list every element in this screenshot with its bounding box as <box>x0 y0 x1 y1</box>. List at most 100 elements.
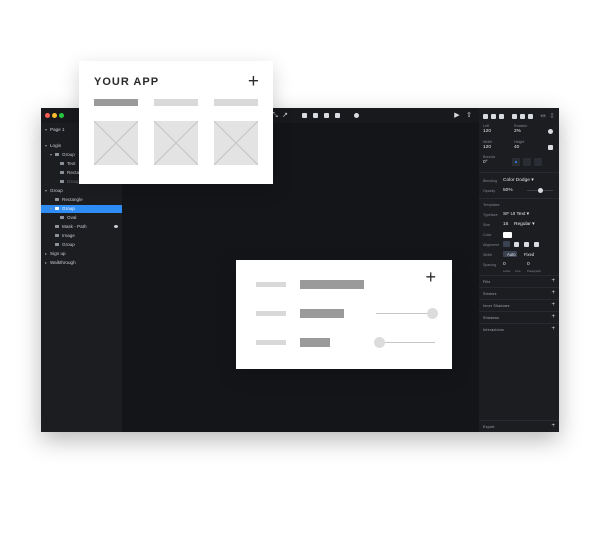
section-label: Fills <box>483 280 491 284</box>
zoom-window-button[interactable] <box>59 113 64 118</box>
width-value[interactable]: 120 <box>483 145 491 150</box>
layer-label: Oval <box>67 215 77 220</box>
transform-icon[interactable]: ↗ <box>282 112 288 119</box>
add-section-item-button[interactable]: + <box>551 326 555 332</box>
difference-icon[interactable] <box>335 113 340 118</box>
visibility-icon[interactable] <box>114 225 118 228</box>
text-align-justify-icon[interactable] <box>534 242 539 247</box>
typeface-select[interactable]: SF UI Text ▾ <box>503 212 529 217</box>
app-title: YOUR APP <box>94 76 160 88</box>
layer-row[interactable]: Image <box>41 232 122 240</box>
paragraph-sub-label: Paragraph <box>527 269 542 273</box>
letter-spacing-value[interactable]: 0 <box>503 262 506 267</box>
row-value-placeholder[interactable] <box>300 338 330 347</box>
width-label: Width <box>483 140 493 144</box>
layer-label: Group <box>67 179 80 184</box>
intersect-icon[interactable] <box>324 113 329 118</box>
flip-h-icon[interactable] <box>523 158 531 166</box>
paragraph-spacing-value[interactable]: 0 <box>527 262 530 267</box>
width-mode-label: Width <box>483 253 493 257</box>
height-label: Height <box>514 140 525 144</box>
add-section-item-button[interactable]: + <box>551 314 555 320</box>
image-placeholder-icon <box>94 121 138 165</box>
section-label: Inner Shadows <box>483 304 510 308</box>
subtract-icon[interactable] <box>313 113 318 118</box>
layer-row[interactable]: ▾ Group <box>41 205 122 213</box>
tab-placeholder-active[interactable] <box>94 99 138 106</box>
minimize-window-button[interactable] <box>52 113 57 118</box>
add-button[interactable]: + <box>248 72 259 91</box>
row-value-placeholder[interactable] <box>300 280 364 289</box>
layer-type-icon <box>60 180 64 184</box>
layer-row[interactable]: Oval <box>41 214 122 222</box>
spacing-label: Spacing <box>483 263 496 267</box>
typeface-label: Typeface <box>483 213 498 217</box>
rotation-label: Rotation <box>514 124 528 128</box>
color-swatch[interactable] <box>503 232 512 238</box>
rotate-icon[interactable] <box>548 129 553 134</box>
layer-row[interactable]: Mask - Path <box>41 223 122 231</box>
preview-icon[interactable] <box>354 113 359 118</box>
distribute-h-icon[interactable]: ⇹ <box>540 113 546 120</box>
slider-knob[interactable] <box>373 337 385 348</box>
color-label: Color <box>483 233 492 237</box>
close-window-button[interactable] <box>45 113 50 118</box>
align-left-icon[interactable] <box>483 114 488 119</box>
layer-label: Group <box>62 242 75 247</box>
add-export-button[interactable]: + <box>551 423 555 429</box>
slider-knob[interactable] <box>426 308 438 319</box>
align-right-icon[interactable] <box>499 114 504 119</box>
layer-row[interactable]: Rectangle <box>41 196 122 204</box>
opacity-slider-knob[interactable] <box>537 188 543 193</box>
bounds-value[interactable]: 0° <box>483 160 488 165</box>
share-icon[interactable]: ⇧ <box>466 112 472 119</box>
row-label-placeholder <box>256 340 286 345</box>
slider-track[interactable] <box>376 313 432 314</box>
text-align-right-icon[interactable] <box>524 242 529 247</box>
layer-type-icon <box>55 234 59 238</box>
align-top-icon[interactable] <box>512 114 517 119</box>
layer-type-icon <box>60 162 64 166</box>
tab-placeholder[interactable] <box>214 99 258 106</box>
layer-type-icon <box>55 153 59 157</box>
add-section-item-button[interactable]: + <box>551 302 555 308</box>
flip-v-icon[interactable] <box>534 158 542 166</box>
weight-select[interactable]: Regular ▾ <box>514 222 535 227</box>
add-row-button[interactable]: + <box>425 268 436 286</box>
align-bottom-icon[interactable] <box>528 114 533 119</box>
add-section-item-button[interactable]: + <box>551 290 555 296</box>
distribute-v-icon[interactable]: ⇕ <box>549 113 555 120</box>
layer-type-icon <box>60 171 64 175</box>
blending-select[interactable]: Color Dodge ▾ <box>503 178 534 183</box>
fixed-toggle[interactable]: Fixed <box>524 252 534 257</box>
slider-track[interactable] <box>379 342 435 343</box>
height-value[interactable]: 40 <box>514 145 519 150</box>
union-icon[interactable] <box>302 113 307 118</box>
image-placeholder <box>214 121 258 165</box>
layer-label: Walkthrough <box>50 260 76 265</box>
lock-icon[interactable] <box>548 145 553 150</box>
layer-row[interactable]: ▸ Sign up <box>41 250 122 258</box>
inspector-panel: ⇹ ⇕ Left 120 Rotation 2% Width 120 Heigh… <box>479 108 559 432</box>
left-label: Left <box>483 124 489 128</box>
layer-type-icon <box>60 216 64 220</box>
layer-row[interactable]: ▾ Group <box>41 187 122 195</box>
auto-label: Auto <box>507 252 516 257</box>
size-value[interactable]: 16 <box>503 222 508 227</box>
play-icon[interactable]: ▶ <box>454 112 460 119</box>
alignment-label: Alignment <box>483 243 499 247</box>
row-value-placeholder[interactable] <box>300 309 344 318</box>
opacity-value[interactable]: 50% <box>503 188 513 193</box>
add-section-item-button[interactable]: + <box>551 278 555 284</box>
size-label: Size <box>483 223 490 227</box>
align-middle-icon[interactable] <box>520 114 525 119</box>
layer-row[interactable]: ▸ Walkthrough <box>41 259 122 267</box>
layer-row[interactable]: Group <box>41 241 122 249</box>
rotation-value[interactable]: 2% <box>514 129 521 134</box>
text-align-left-icon[interactable] <box>503 241 510 247</box>
left-value[interactable]: 120 <box>483 129 491 134</box>
text-align-center-icon[interactable] <box>514 242 519 247</box>
section-label: Strokes <box>483 292 497 296</box>
align-center-icon[interactable] <box>491 114 496 119</box>
tab-placeholder[interactable] <box>154 99 198 106</box>
